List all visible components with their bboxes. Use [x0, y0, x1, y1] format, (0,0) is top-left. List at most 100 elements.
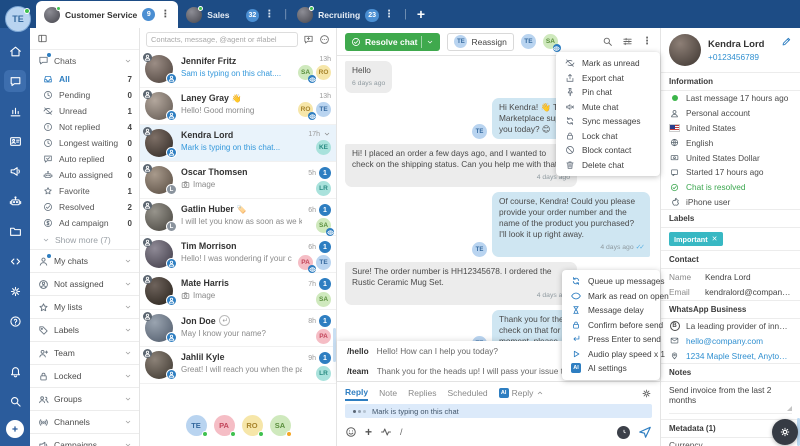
agent-avatar-sa[interactable]: SA [270, 415, 291, 436]
section-whatsapp-business[interactable]: WhatsApp Business [661, 300, 800, 319]
chat-menu-kebab-icon[interactable]: ⋮ [642, 37, 652, 47]
filter-pending[interactable]: Pending0 [30, 87, 139, 103]
files-icon[interactable] [4, 220, 26, 242]
schedule-clock-icon[interactable] [617, 426, 630, 439]
snippet-zigzag-icon[interactable] [380, 426, 392, 438]
chevron-down-icon[interactable] [323, 130, 331, 138]
tab-customer-service[interactable]: Customer Service 9 ⋮ [36, 1, 178, 28]
section-not-assigned[interactable]: Not assigned [30, 272, 139, 295]
list-options-icon[interactable] [319, 34, 330, 45]
menu-press-enter-to-send[interactable]: Press Enter to send [562, 332, 660, 347]
help-icon[interactable] [4, 310, 26, 332]
menu-export-chat[interactable]: Export chat [556, 71, 660, 86]
message-input-row[interactable]: + / [345, 423, 652, 441]
section-labels[interactable]: Labels [661, 209, 800, 228]
menu-pin-chat[interactable]: Pin chat [556, 85, 660, 100]
chat-list-item-gatlin-huber[interactable]: L Gatlin Huber🏷️I will let you know as s… [140, 199, 336, 236]
send-icon[interactable] [638, 425, 652, 439]
filter-all[interactable]: All7 [30, 71, 139, 87]
attach-icon[interactable]: + [365, 426, 372, 438]
menu-mute-chat[interactable]: Mute chat [556, 100, 660, 115]
agent-chip-sa[interactable]: SA [543, 34, 558, 49]
emoji-icon[interactable] [345, 426, 357, 438]
collapse-panel-icon[interactable] [37, 33, 132, 44]
label-chip-important[interactable]: Important✕ [669, 232, 723, 246]
section-contact[interactable]: Contact [661, 250, 800, 269]
search-field[interactable] [151, 35, 293, 44]
contacts-icon[interactable] [4, 130, 26, 152]
business-email[interactable]: hello@company.com [661, 333, 800, 348]
reassign-button[interactable]: TE Reassign [447, 33, 513, 51]
section-groups[interactable]: Groups [30, 387, 139, 410]
section-locked[interactable]: Locked [30, 364, 139, 387]
section-notes[interactable]: Notes [661, 363, 800, 382]
user-avatar[interactable]: TE [5, 6, 31, 32]
global-search-icon[interactable] [4, 390, 26, 412]
scrollbar-thumb[interactable] [333, 328, 336, 362]
section-my-lists[interactable]: My lists [30, 295, 139, 318]
new-message-icon[interactable] [303, 34, 314, 45]
chat-list-item-oscar-thomsen[interactable]: L Oscar ThomsenImage 5h1 LR [140, 162, 336, 199]
chatbot-icon[interactable] [4, 190, 26, 212]
chat-list-item-jon-doe[interactable]: Jon DoeMay I know your name? 8h1 PA [140, 310, 336, 347]
composer-settings-gear-icon[interactable] [641, 388, 652, 399]
agent-avatar-ro[interactable]: RO [242, 415, 263, 436]
settings-gear-icon[interactable] [4, 280, 26, 302]
tab-replies[interactable]: Replies [408, 385, 436, 401]
create-new-icon[interactable] [6, 420, 24, 438]
section-campaigns[interactable]: Campaigns [30, 433, 139, 446]
agent-chip-te[interactable]: TE [521, 34, 536, 49]
filter-favorite[interactable]: Favorite1 [30, 183, 139, 199]
chats-icon[interactable] [4, 70, 26, 92]
agent-avatar-pa[interactable]: PA [214, 415, 235, 436]
analytics-icon[interactable] [4, 100, 26, 122]
search-in-chat-icon[interactable] [602, 36, 613, 47]
chevron-down-icon[interactable] [124, 57, 132, 65]
chat-list-item-laney-gray[interactable]: Laney Gray👋Hello! Good morning 13h ROTE [140, 88, 336, 125]
message-input-value[interactable]: / [400, 427, 403, 437]
tab-menu-icon[interactable]: ⋮ [384, 10, 394, 20]
menu-ai-settings[interactable]: AIAI settings [562, 361, 660, 376]
section-team[interactable]: Team [30, 341, 139, 364]
filter-unread[interactable]: Unread1 [30, 103, 139, 119]
section-my-chats[interactable]: My chats [30, 249, 139, 272]
broadcast-icon[interactable] [4, 160, 26, 182]
contact-phone-link[interactable]: +0123456789 [708, 52, 764, 62]
filter-not-replied[interactable]: Not replied4 [30, 119, 139, 135]
section-information[interactable]: Information [661, 72, 800, 91]
menu-mark-as-read-on-open[interactable]: Mark as read on open [562, 289, 660, 304]
business-address[interactable]: 1234 Maple Street, Anytown, USA 12... [661, 348, 800, 363]
tab-ai-reply[interactable]: AIReply [499, 385, 545, 401]
filter-longest-waiting[interactable]: Longest waiting0 [30, 135, 139, 151]
tab-scheduled[interactable]: Scheduled [447, 385, 487, 401]
tab-menu-icon[interactable]: ⋮ [160, 10, 170, 20]
chat-list-item-jahlil-kyle[interactable]: Jahlil KyleGreat! I will reach you when … [140, 347, 336, 384]
add-workspace-button[interactable]: + [417, 6, 425, 22]
filter-auto-replied[interactable]: Auto replied0 [30, 151, 139, 167]
edit-pencil-icon[interactable] [781, 36, 792, 47]
developer-icon[interactable] [4, 250, 26, 272]
help-widget-button[interactable] [772, 419, 798, 445]
filter-resolved[interactable]: Resolved2 [30, 199, 139, 215]
tab-recruiting[interactable]: Recruiting 23 ⋮ [289, 2, 402, 28]
chat-list-item-jennifer-fritz[interactable]: Jennifer FritzSam is typing on this chat… [140, 51, 336, 88]
filter-show-more[interactable]: Show more (7) [30, 231, 139, 249]
tab-note[interactable]: Note [379, 385, 397, 401]
notifications-bell-icon[interactable] [4, 360, 26, 382]
chat-list-item-tim-morrison[interactable]: Tim MorrisonHello! I was wondering if yo… [140, 236, 336, 273]
menu-audio-play-speed[interactable]: Audio play speed x 1 [562, 347, 660, 362]
tab-sales[interactable]: Sales 32 ⋮ [178, 2, 282, 28]
menu-message-delay[interactable]: Message delay [562, 303, 660, 318]
home-icon[interactable] [4, 40, 26, 62]
agent-avatar-te[interactable]: TE [186, 415, 207, 436]
tab-reply[interactable]: Reply [345, 385, 368, 401]
filter-auto-assigned[interactable]: Auto assigned0 [30, 167, 139, 183]
menu-confirm-before-send[interactable]: Confirm before send [562, 318, 660, 333]
menu-lock-chat[interactable]: Lock chat [556, 129, 660, 144]
notes-textarea[interactable]: Send invoice from the last 2 months [669, 385, 792, 414]
tab-menu-icon[interactable]: ⋮ [264, 10, 274, 20]
chat-list-item-kendra-lord[interactable]: Kendra LordMark is typing on this chat..… [140, 125, 336, 162]
menu-block-contact[interactable]: Block contact [556, 143, 660, 158]
filter-ad-campaign[interactable]: Ad campaign0 [30, 215, 139, 231]
menu-mark-as-unread[interactable]: Mark as unread [556, 56, 660, 71]
